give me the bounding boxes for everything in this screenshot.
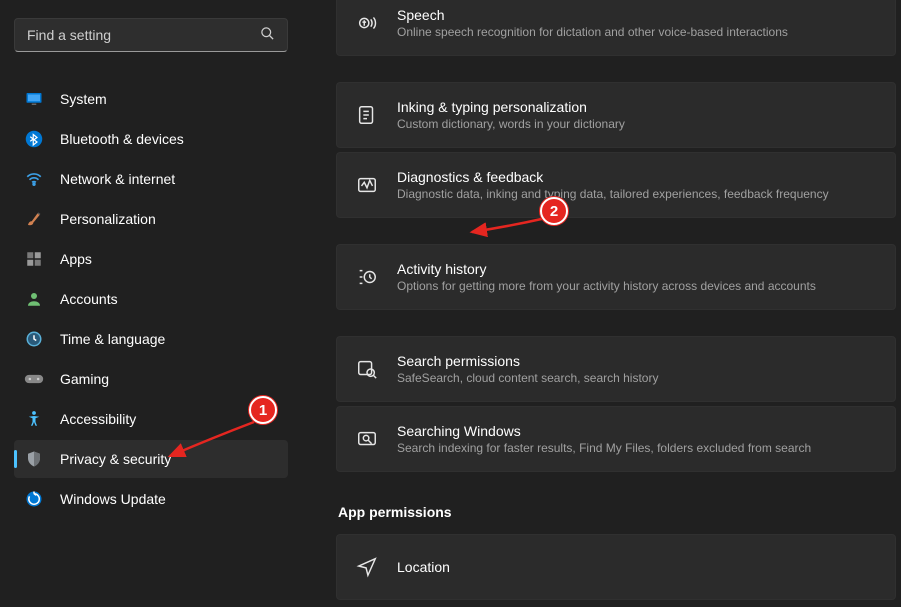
sidebar-item-label: Accessibility [60, 411, 136, 427]
sidebar-item-windows-update[interactable]: Windows Update [14, 480, 288, 518]
card-text: Search permissions SafeSearch, cloud con… [397, 353, 658, 385]
annotation-badge-2: 2 [540, 197, 568, 225]
search-placeholder: Find a setting [27, 27, 111, 43]
card-diagnostics-feedback[interactable]: Diagnostics & feedback Diagnostic data, … [336, 152, 896, 218]
card-title: Diagnostics & feedback [397, 169, 829, 185]
sidebar-item-system[interactable]: System [14, 80, 288, 118]
person-icon [24, 289, 44, 309]
sidebar-item-gaming[interactable]: Gaming [14, 360, 288, 398]
sidebar-item-privacy-security[interactable]: Privacy & security [14, 440, 288, 478]
card-title: Location [397, 559, 450, 575]
sidebar-item-label: Gaming [60, 371, 109, 387]
card-activity-history[interactable]: Activity history Options for getting mor… [336, 244, 896, 310]
brush-icon [24, 209, 44, 229]
sidebar-item-personalization[interactable]: Personalization [14, 200, 288, 238]
gamepad-icon [24, 369, 44, 389]
monitor-icon [24, 89, 44, 109]
location-icon [355, 555, 379, 579]
card-title: Search permissions [397, 353, 658, 369]
search-icon [260, 26, 275, 44]
wifi-icon [24, 169, 44, 189]
card-title: Activity history [397, 261, 816, 277]
sidebar-item-label: Network & internet [60, 171, 175, 187]
section-header-app-permissions: App permissions [338, 504, 901, 520]
search-input[interactable]: Find a setting [14, 18, 288, 52]
sidebar-item-label: Bluetooth & devices [60, 131, 184, 147]
sidebar-item-apps[interactable]: Apps [14, 240, 288, 278]
sidebar-item-label: Privacy & security [60, 451, 171, 467]
sidebar-item-accessibility[interactable]: Accessibility [14, 400, 288, 438]
annotation-badge-2-label: 2 [550, 203, 558, 220]
card-inking-typing[interactable]: Inking & typing personalization Custom d… [336, 82, 896, 148]
card-subtitle: Search indexing for faster results, Find… [397, 441, 811, 455]
card-subtitle: Online speech recognition for dictation … [397, 25, 788, 39]
card-location[interactable]: Location [336, 534, 896, 600]
card-text: Diagnostics & feedback Diagnostic data, … [397, 169, 829, 201]
inking-icon [355, 103, 379, 127]
searching-windows-icon [355, 427, 379, 451]
card-searching-windows[interactable]: Searching Windows Search indexing for fa… [336, 406, 896, 472]
search-permissions-icon [355, 357, 379, 381]
sidebar-item-label: Time & language [60, 331, 165, 347]
card-text: Location [397, 559, 450, 575]
sidebar-item-bluetooth[interactable]: Bluetooth & devices [14, 120, 288, 158]
sidebar-item-label: Windows Update [60, 491, 166, 507]
activity-icon [355, 265, 379, 289]
card-title: Inking & typing personalization [397, 99, 625, 115]
card-text: Speech Online speech recognition for dic… [397, 7, 788, 39]
card-text: Searching Windows Search indexing for fa… [397, 423, 811, 455]
card-speech[interactable]: Speech Online speech recognition for dic… [336, 0, 896, 56]
sidebar-item-time-language[interactable]: Time & language [14, 320, 288, 358]
diagnostics-icon [355, 173, 379, 197]
bluetooth-icon [24, 129, 44, 149]
card-subtitle: SafeSearch, cloud content search, search… [397, 371, 658, 385]
card-subtitle: Custom dictionary, words in your diction… [397, 117, 625, 131]
sidebar-item-accounts[interactable]: Accounts [14, 280, 288, 318]
annotation-badge-1-label: 1 [259, 402, 267, 419]
apps-icon [24, 249, 44, 269]
card-text: Inking & typing personalization Custom d… [397, 99, 625, 131]
accessibility-icon [24, 409, 44, 429]
card-search-permissions[interactable]: Search permissions SafeSearch, cloud con… [336, 336, 896, 402]
sidebar-item-label: Accounts [60, 291, 118, 307]
sidebar-item-label: Personalization [60, 211, 156, 227]
card-title: Speech [397, 7, 788, 23]
sidebar: Find a setting System Bluetooth & device… [0, 0, 300, 607]
sidebar-item-label: Apps [60, 251, 92, 267]
speech-icon [355, 11, 379, 35]
card-text: Activity history Options for getting mor… [397, 261, 816, 293]
main-content: Speech Online speech recognition for dic… [300, 0, 901, 607]
card-title: Searching Windows [397, 423, 811, 439]
card-subtitle: Options for getting more from your activ… [397, 279, 816, 293]
annotation-badge-1: 1 [249, 396, 277, 424]
clock-icon [24, 329, 44, 349]
card-subtitle: Diagnostic data, inking and typing data,… [397, 187, 829, 201]
sidebar-item-label: System [60, 91, 107, 107]
sidebar-item-network[interactable]: Network & internet [14, 160, 288, 198]
update-icon [24, 489, 44, 509]
shield-icon [24, 449, 44, 469]
